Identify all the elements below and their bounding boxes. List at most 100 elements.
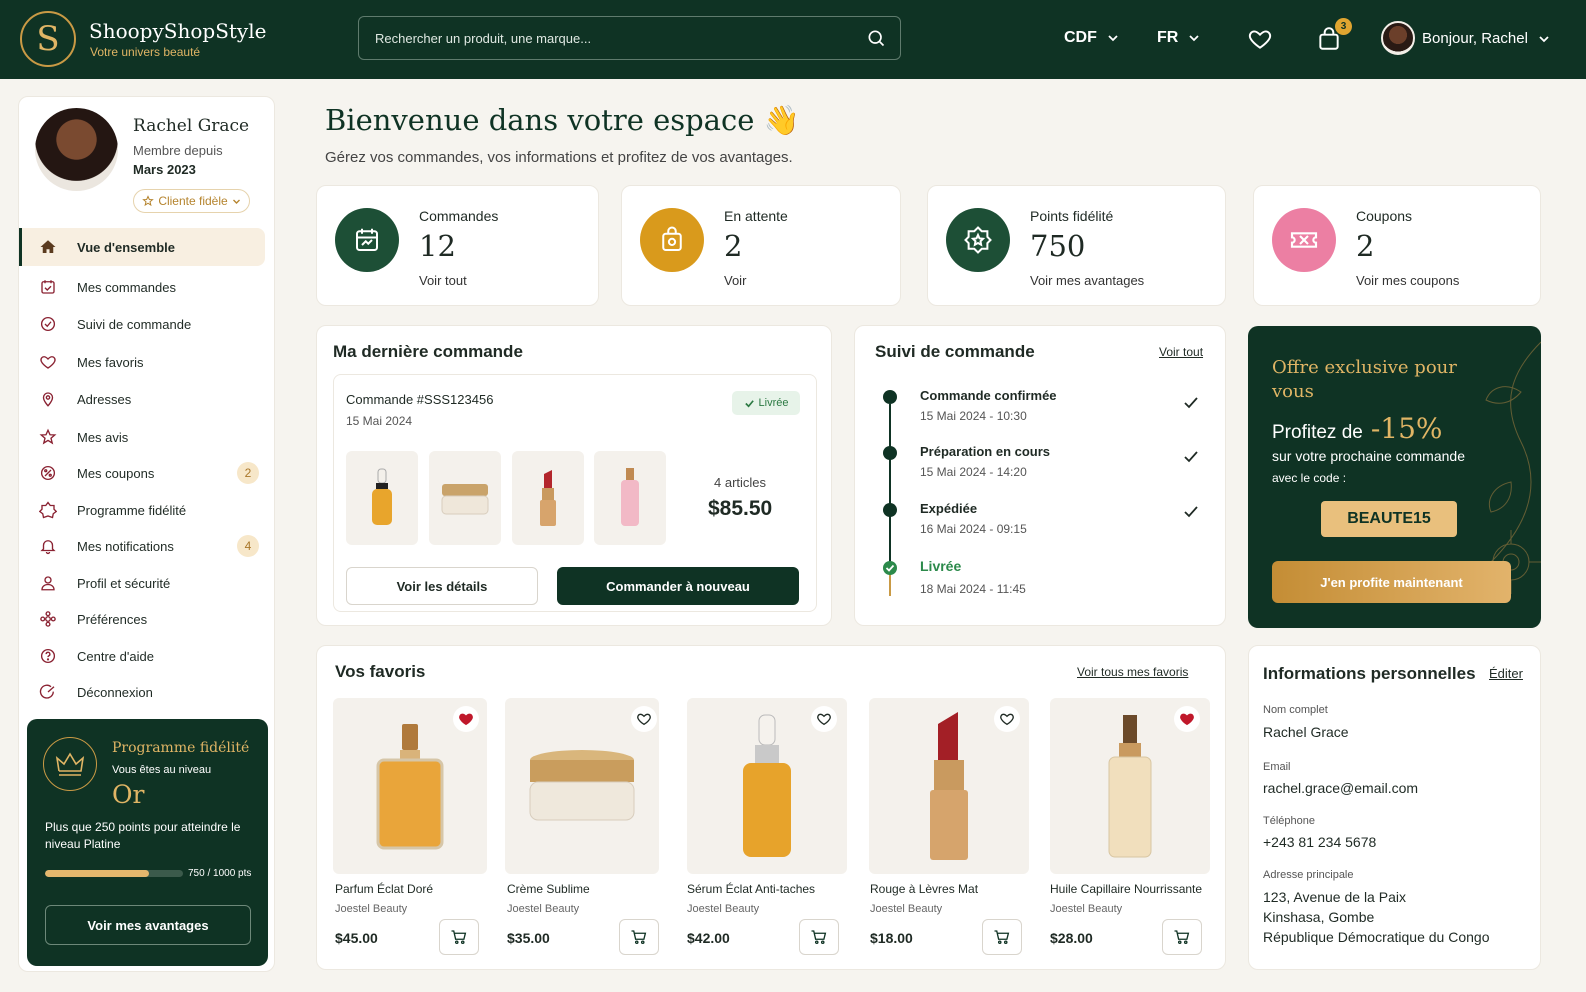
- loyalty-progress-bar: [45, 870, 183, 877]
- language-value: FR: [1157, 29, 1179, 46]
- email-label: Email: [1263, 761, 1291, 773]
- page-subtitle: Gérez vos commandes, vos informations et…: [325, 149, 793, 166]
- favorite-toggle-heart-icon[interactable]: [1174, 706, 1200, 732]
- stat-link-orders[interactable]: Voir tout: [419, 273, 467, 288]
- settings-icon: [40, 611, 56, 627]
- product-name[interactable]: Rouge à Lèvres Mat: [870, 882, 978, 896]
- sidebar-item-profile-security[interactable]: Profil et sécurité: [19, 564, 265, 602]
- tracking-view-all-link[interactable]: Voir tout: [1159, 345, 1203, 359]
- sidebar-item-coupons[interactable]: Mes coupons 2: [19, 454, 265, 492]
- product-name[interactable]: Sérum Éclat Anti-taches: [687, 882, 815, 896]
- view-benefits-button[interactable]: Voir mes avantages: [45, 905, 251, 945]
- add-to-cart-button[interactable]: [619, 919, 659, 955]
- sidebar-item-favorites[interactable]: Mes favoris: [19, 343, 265, 381]
- full-name-value: Rachel Grace: [1263, 724, 1349, 740]
- sidebar-item-logout[interactable]: Déconnexion: [19, 673, 265, 711]
- top-bar: S ShoopyShopStyle Votre univers beauté C…: [0, 0, 1586, 79]
- sidebar-item-label: Mes commandes: [77, 279, 176, 295]
- product-thumb-cream[interactable]: [429, 451, 501, 545]
- coupons-count-badge: 2: [237, 462, 259, 484]
- status-text: Livrée: [758, 397, 789, 409]
- sidebar-item-orders[interactable]: Mes commandes: [19, 268, 265, 306]
- brand-tagline: Votre univers beauté: [90, 45, 201, 59]
- claim-offer-button[interactable]: J'en profite maintenant: [1272, 561, 1511, 603]
- edit-info-link[interactable]: Éditer: [1489, 666, 1523, 681]
- add-to-cart-button[interactable]: [1162, 919, 1202, 955]
- sidebar-item-label: Suivi de commande: [77, 316, 192, 332]
- calendar-icon: [335, 208, 399, 272]
- step-title: Commande confirmée: [920, 388, 1057, 403]
- heart-icon: [40, 356, 56, 369]
- product-name[interactable]: Crème Sublime: [507, 882, 590, 896]
- language-selector[interactable]: FR: [1157, 29, 1200, 47]
- check-icon: [1184, 506, 1198, 518]
- wishlist-heart-icon[interactable]: [1247, 26, 1273, 52]
- product-name[interactable]: Parfum Éclat Doré: [335, 882, 433, 896]
- product-price: $35.00: [507, 930, 550, 946]
- offer-subtitle: sur votre prochaine commande: [1272, 448, 1465, 464]
- sidebar-item-notifications[interactable]: Mes notifications 4: [19, 527, 265, 565]
- favorite-toggle-heart-icon[interactable]: [811, 706, 837, 732]
- product-price: $42.00: [687, 930, 730, 946]
- cream-jar-icon: [529, 750, 635, 821]
- currency-value: CDF: [1064, 29, 1097, 46]
- search-input[interactable]: [375, 30, 866, 46]
- sidebar-item-preferences[interactable]: Préférences: [19, 600, 265, 638]
- stat-card-points: Points fidélité 750 Voir mes avantages: [927, 185, 1226, 306]
- stat-value: 12: [419, 229, 456, 263]
- personal-info-card: Informations personnelles Éditer Nom com…: [1248, 645, 1541, 970]
- stat-link-coupons[interactable]: Voir mes coupons: [1356, 273, 1459, 288]
- add-to-cart-button[interactable]: [439, 919, 479, 955]
- search-bar: [358, 16, 901, 60]
- account-menu[interactable]: Bonjour, Rachel: [1422, 30, 1550, 47]
- search-icon[interactable]: [866, 28, 886, 48]
- sidebar-item-reviews[interactable]: Mes avis: [19, 418, 265, 456]
- avatar[interactable]: [1381, 21, 1415, 55]
- member-since-date: Mars 2023: [133, 162, 196, 177]
- loyalty-card: Programme fidélité Vous êtes au niveau O…: [27, 719, 268, 966]
- cart-icon: [811, 930, 827, 945]
- add-to-cart-button[interactable]: [799, 919, 839, 955]
- order-article-count: 4 articles: [714, 475, 767, 490]
- product-thumb-pink-serum[interactable]: [594, 451, 666, 545]
- currency-selector[interactable]: CDF: [1064, 29, 1119, 47]
- chevron-down-icon: [232, 199, 240, 204]
- stat-link-points[interactable]: Voir mes avantages: [1030, 273, 1144, 288]
- stat-label: Points fidélité: [1030, 208, 1114, 224]
- sidebar-item-addresses[interactable]: Adresses: [19, 380, 265, 418]
- product-thumb-lipstick[interactable]: [512, 451, 584, 545]
- view-all-favorites-link[interactable]: Voir tous mes favoris: [1077, 665, 1188, 679]
- stat-link-pending[interactable]: Voir: [724, 273, 746, 288]
- promo-code[interactable]: BEAUTE15: [1321, 501, 1457, 537]
- serum-bottle-icon: [372, 468, 392, 525]
- product-name[interactable]: Huile Capillaire Nourrissante: [1050, 882, 1202, 896]
- reorder-button[interactable]: Commander à nouveau: [557, 567, 799, 605]
- sidebar-item-help[interactable]: Centre d'aide: [19, 637, 265, 675]
- bell-icon: [40, 540, 56, 555]
- favorites-card: Vos favoris Voir tous mes favoris Parfum…: [316, 645, 1226, 970]
- sidebar-item-label: Mes avis: [77, 429, 129, 445]
- favorite-toggle-heart-icon[interactable]: [994, 706, 1020, 732]
- order-number[interactable]: Commande #SSS123456: [346, 392, 493, 407]
- add-to-cart-button[interactable]: [982, 919, 1022, 955]
- brand-logo[interactable]: S: [20, 11, 76, 67]
- profile-avatar: [35, 108, 118, 191]
- product-thumb-serum[interactable]: [346, 451, 418, 545]
- sidebar-item-loyalty[interactable]: Programme fidélité: [19, 491, 265, 529]
- favorite-toggle-heart-icon[interactable]: [453, 706, 479, 732]
- sidebar-item-tracking[interactable]: Suivi de commande: [19, 305, 265, 343]
- loyal-customer-badge[interactable]: Cliente fidèle: [133, 189, 250, 213]
- favorite-toggle-heart-icon[interactable]: [631, 706, 657, 732]
- sidebar-item-label: Adresses: [77, 391, 132, 407]
- step-dot-delivered: [883, 561, 897, 575]
- brand-name[interactable]: ShoopyShopStyle: [89, 19, 266, 43]
- ticket-icon: [1272, 208, 1336, 272]
- phone-label: Téléphone: [1263, 815, 1315, 827]
- loyalty-progress-fill: [45, 870, 149, 877]
- location-icon: [42, 392, 54, 407]
- tracking-timeline-end: [889, 574, 891, 596]
- email-value: rachel.grace@email.com: [1263, 780, 1419, 796]
- stat-label: Coupons: [1356, 208, 1413, 224]
- sidebar-item-overview[interactable]: Vue d'ensemble: [19, 228, 265, 266]
- view-order-details-button[interactable]: Voir les détails: [346, 567, 538, 605]
